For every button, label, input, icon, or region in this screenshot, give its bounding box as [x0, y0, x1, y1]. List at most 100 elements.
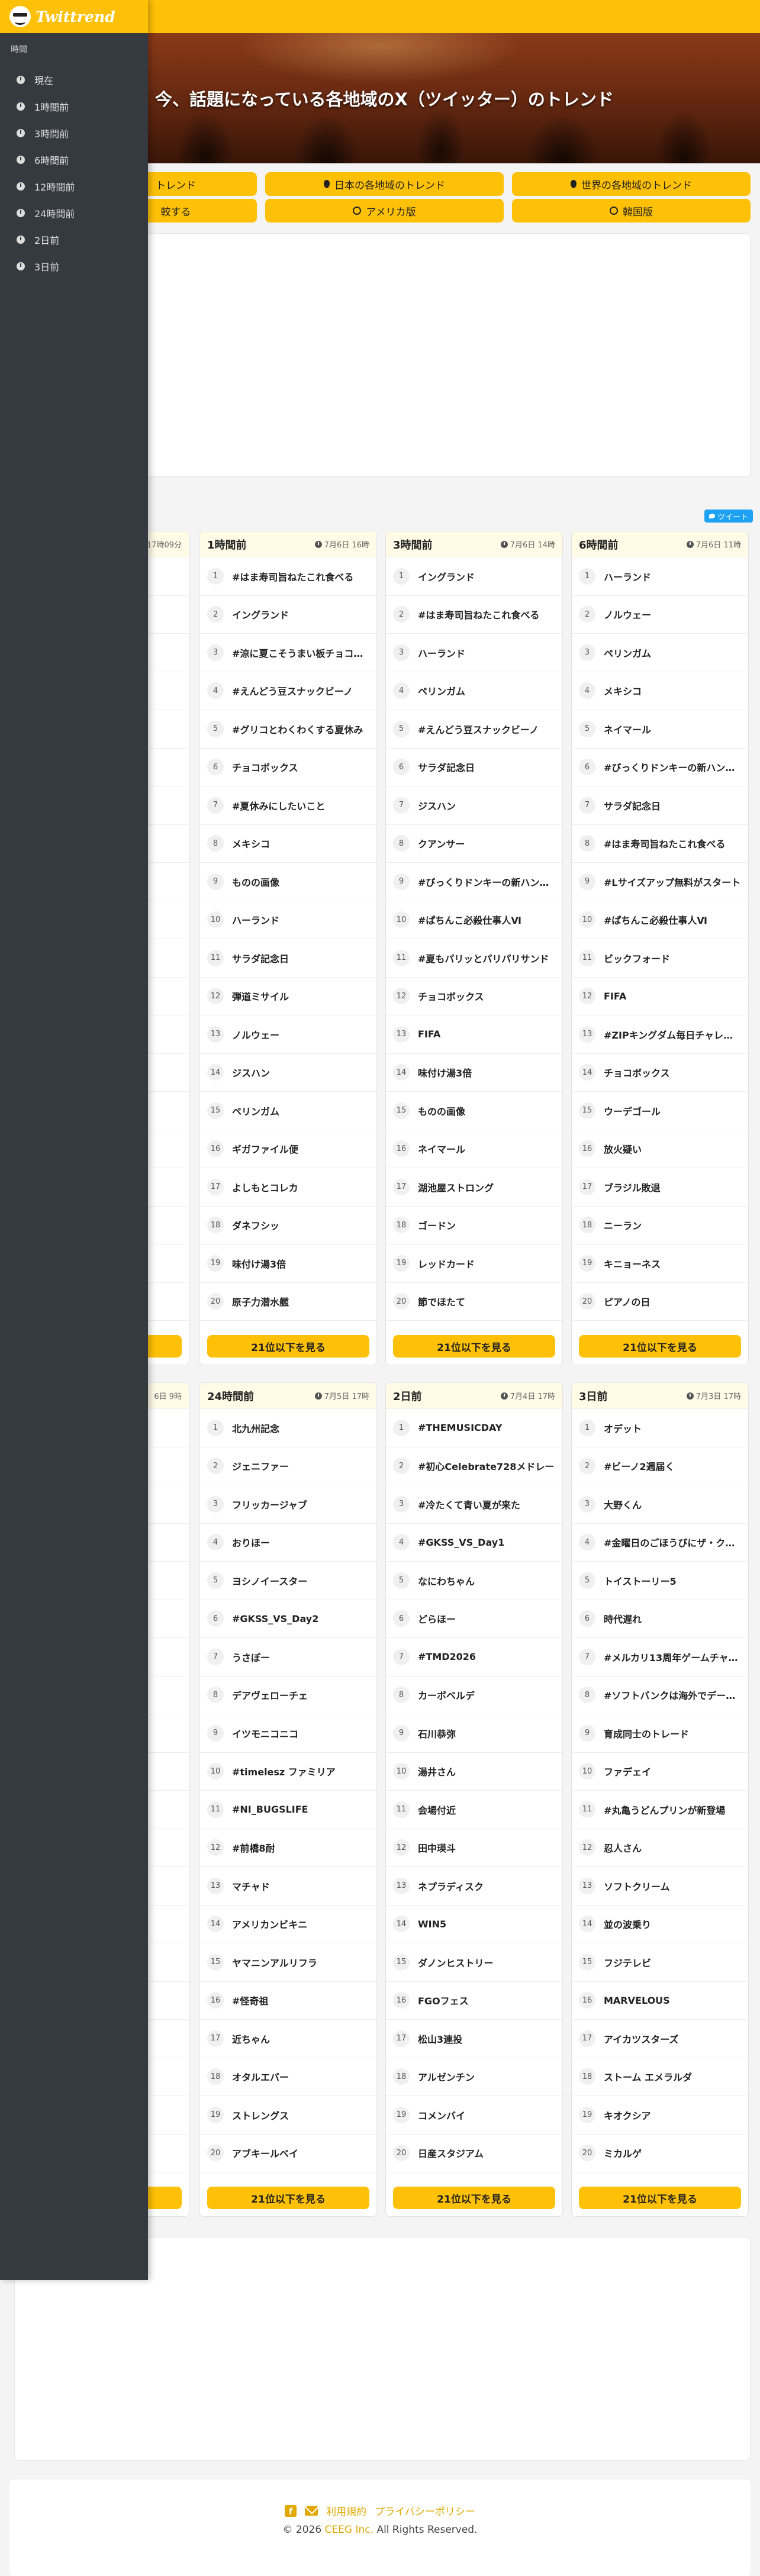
trend-item[interactable]: 20 ピアノの日: [572, 1283, 748, 1321]
trend-item[interactable]: 18 ニーラン: [572, 1207, 748, 1245]
trend-item[interactable]: 20 アブキールベイ: [200, 2135, 376, 2172]
trend-item[interactable]: 15 ダノンヒストリー: [386, 1943, 562, 1982]
trend-item[interactable]: 14 ジスハン: [200, 1054, 376, 1092]
trend-item[interactable]: 15 ペリンガム: [200, 1092, 376, 1130]
trend-item[interactable]: 3 フリッカージャブ: [200, 1485, 376, 1524]
trend-item[interactable]: 4 #えんどう豆スナックビーノ: [200, 672, 376, 710]
facebook-icon[interactable]: f: [285, 2504, 297, 2517]
sidebar-logo[interactable]: Twittrend: [0, 0, 148, 33]
nav-japan-regions-button[interactable]: 日本の各地域のトレンド: [265, 172, 504, 196]
trend-item[interactable]: 11 ビックフォード: [572, 939, 748, 978]
trend-item[interactable]: 17 よしもとコレカ: [200, 1168, 376, 1207]
nav-world-regions-button[interactable]: 世界の各地域のトレンド: [512, 172, 751, 196]
trend-item[interactable]: 8 #ソフトバンクは海外でデータ…: [572, 1677, 748, 1714]
trend-item[interactable]: 14 並の波乗り: [572, 1906, 748, 1943]
nav-korea-button[interactable]: 韓国版: [512, 199, 751, 223]
trend-item[interactable]: 10 ファデェイ: [572, 1753, 748, 1791]
trend-item[interactable]: 17 アイカツスターズ: [572, 2020, 748, 2058]
trend-item[interactable]: 8 #はま寿司旨ねたこれ食べる: [572, 825, 748, 863]
trend-item[interactable]: 11 サラダ記念日: [200, 939, 376, 978]
trend-item[interactable]: 3 ハーランド: [386, 634, 562, 672]
trend-item[interactable]: 14 味付け湯3倍: [386, 1054, 562, 1092]
trend-item[interactable]: 3 #涼に夏こそうまい板チョコア…: [200, 634, 376, 672]
trend-item[interactable]: 5 なにわちゃん: [386, 1562, 562, 1600]
trend-item[interactable]: 10 #ぱちんこ必殺仕事人Ⅵ: [386, 901, 562, 939]
trend-item[interactable]: 19 キニョーネス: [572, 1245, 748, 1283]
trend-item[interactable]: 7 #TMD2026: [386, 1638, 562, 1677]
trend-item[interactable]: 18 アルゼンチン: [386, 2058, 562, 2096]
trend-item[interactable]: 3 ペリンガム: [572, 634, 748, 672]
trend-item[interactable]: 19 ストレングス: [200, 2096, 376, 2135]
trend-item[interactable]: 1 #はま寿司旨ねたこれ食べる: [200, 557, 376, 596]
trend-item[interactable]: 18 ダネフシッ: [200, 1207, 376, 1245]
trend-item[interactable]: 7 うさぽー: [200, 1638, 376, 1677]
trend-item[interactable]: 20 原子力潜水艦: [200, 1283, 376, 1321]
trend-item[interactable]: 7 #夏休みにしたいこと: [200, 786, 376, 825]
trend-item[interactable]: 14 WIN5: [386, 1906, 562, 1943]
sidebar-item-4[interactable]: 12時間前: [0, 173, 148, 199]
trend-item[interactable]: 19 味付け湯3倍: [200, 1245, 376, 1283]
trend-item[interactable]: 10 湯井さん: [386, 1753, 562, 1791]
trend-item[interactable]: 13 ノルウェー: [200, 1015, 376, 1054]
trend-item[interactable]: 16 FGOフェス: [386, 1982, 562, 2020]
trend-item[interactable]: 6 チョコボックス: [200, 749, 376, 786]
trend-item[interactable]: 10 #timelesz ファミリア: [200, 1753, 376, 1791]
more-trends-button[interactable]: 21位以下を見る: [579, 2187, 741, 2209]
trend-item[interactable]: 16 MARVELOUS: [572, 1982, 748, 2020]
trend-item[interactable]: 12 チョコボックス: [386, 978, 562, 1015]
sidebar-item-1[interactable]: 1時間前: [0, 93, 148, 120]
trend-item[interactable]: 16 ギガファイル便: [200, 1130, 376, 1168]
trend-item[interactable]: 20 ミカルゲ: [572, 2135, 748, 2172]
more-trends-button[interactable]: 21位以下を見る: [393, 1335, 555, 1358]
terms-link[interactable]: 利用規約: [326, 2503, 366, 2518]
trend-item[interactable]: 17 湖池屋ストロング: [386, 1168, 562, 1207]
trend-item[interactable]: 2 #ビーノ2週届く: [572, 1447, 748, 1485]
privacy-link[interactable]: プライバシーポリシー: [375, 2503, 475, 2518]
trend-item[interactable]: 10 #ぱちんこ必殺仕事人Ⅵ: [572, 901, 748, 939]
sidebar-item-0[interactable]: 現在: [0, 66, 148, 93]
trend-item[interactable]: 14 アメリカンビキニ: [200, 1906, 376, 1943]
trend-item[interactable]: 5 ネイマール: [572, 710, 748, 749]
trend-item[interactable]: 4 #金曜日のごほうびにザ・クレ…: [572, 1524, 748, 1562]
trend-item[interactable]: 16 #怪奇祖: [200, 1982, 376, 2020]
trend-item[interactable]: 8 クアンサー: [386, 825, 562, 863]
trend-item[interactable]: 2 ノルウェー: [572, 596, 748, 634]
trend-item[interactable]: 19 レッドカード: [386, 1245, 562, 1283]
trend-item[interactable]: 1 北九州記念: [200, 1409, 376, 1447]
trend-item[interactable]: 11 会場付近: [386, 1791, 562, 1829]
trend-item[interactable]: 12 #前橋8耐: [200, 1829, 376, 1867]
trend-item[interactable]: 16 放火疑い: [572, 1130, 748, 1168]
trend-item[interactable]: 6 サラダ記念日: [386, 749, 562, 786]
trend-item[interactable]: 19 コメンバイ: [386, 2096, 562, 2135]
trend-item[interactable]: 14 チョコボックス: [572, 1054, 748, 1092]
trend-item[interactable]: 15 ヤマニンアルリフラ: [200, 1943, 376, 1982]
trend-item[interactable]: 20 日産スタジアム: [386, 2135, 562, 2172]
trend-item[interactable]: 5 #えんどう豆スナックビーノ: [386, 710, 562, 749]
trend-item[interactable]: 2 ジェニファー: [200, 1447, 376, 1485]
trend-item[interactable]: 20 節でほたて: [386, 1283, 562, 1321]
trend-item[interactable]: 5 ヨシノイースター: [200, 1562, 376, 1600]
trend-item[interactable]: 2 #初心Celebrate728メドレー: [386, 1447, 562, 1485]
tweet-button[interactable]: ツイート: [704, 510, 753, 523]
sidebar-item-2[interactable]: 3時間前: [0, 120, 148, 146]
trend-item[interactable]: 12 田中瑛斗: [386, 1829, 562, 1867]
trend-item[interactable]: 12 FIFA: [572, 978, 748, 1015]
trend-item[interactable]: 17 松山3連投: [386, 2020, 562, 2058]
trend-item[interactable]: 4 ペリンガム: [386, 672, 562, 710]
trend-item[interactable]: 8 デアヴェローチェ: [200, 1677, 376, 1714]
trend-item[interactable]: 16 ネイマール: [386, 1130, 562, 1168]
company-link[interactable]: CEEG Inc.: [325, 2524, 373, 2536]
trend-item[interactable]: 5 トイストーリー5: [572, 1562, 748, 1600]
trend-item[interactable]: 11 #NI_BUGSLIFE: [200, 1791, 376, 1829]
trend-item[interactable]: 1 #THEMUSICDAY: [386, 1409, 562, 1447]
sidebar-item-6[interactable]: 2日前: [0, 226, 148, 253]
trend-item[interactable]: 7 #メルカリ13周年ゲームチャ…: [572, 1638, 748, 1677]
trend-item[interactable]: 18 ゴードン: [386, 1207, 562, 1245]
trend-item[interactable]: 3 #冷たくて青い夏が来た: [386, 1485, 562, 1524]
trend-item[interactable]: 17 ブラジル敗退: [572, 1168, 748, 1207]
trend-item[interactable]: 6 どらほー: [386, 1600, 562, 1638]
trend-item[interactable]: 13 FIFA: [386, 1015, 562, 1054]
trend-item[interactable]: 2 #はま寿司旨ねたこれ食べる: [386, 596, 562, 634]
trend-item[interactable]: 13 マチャド: [200, 1867, 376, 1906]
sidebar-item-3[interactable]: 6時間前: [0, 146, 148, 173]
